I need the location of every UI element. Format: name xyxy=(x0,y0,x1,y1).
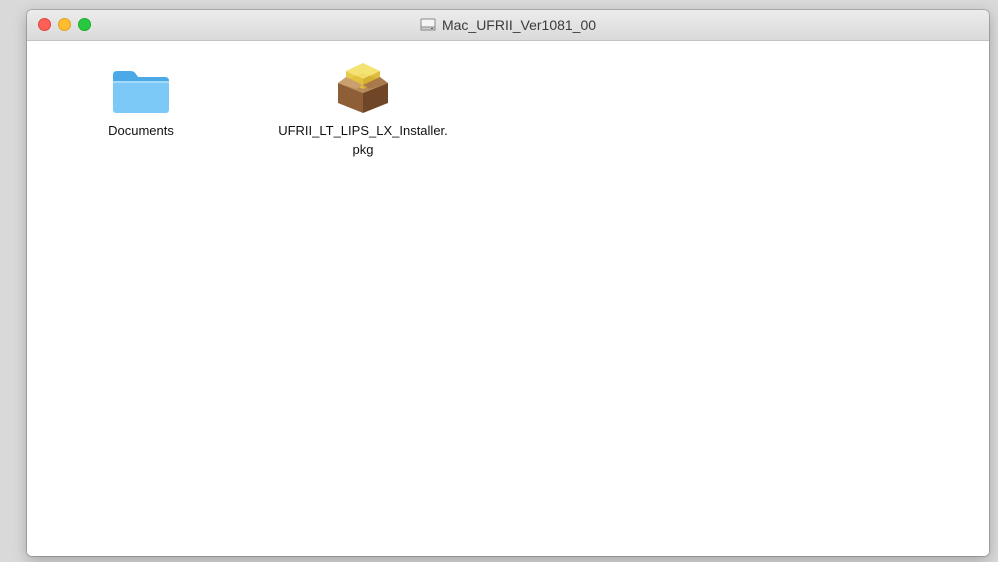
package-installer-icon[interactable] xyxy=(331,55,395,115)
folder-icon[interactable] xyxy=(109,55,173,115)
file-name[interactable]: UFRII_LT_LIPS_LX_Installer. pkg xyxy=(258,121,468,159)
file-name[interactable]: Documents xyxy=(36,121,246,140)
finder-window: Mac_UFRII_Ver1081_00 Documents UFRII_LT_… xyxy=(27,10,989,556)
title-bar[interactable]: Mac_UFRII_Ver1081_00 xyxy=(27,10,989,41)
window-title-area: Mac_UFRII_Ver1081_00 xyxy=(27,10,989,40)
installer-package-item[interactable]: UFRII_LT_LIPS_LX_Installer. pkg xyxy=(278,55,448,159)
disk-image-icon xyxy=(420,18,436,31)
documents-folder-item[interactable]: Documents xyxy=(76,55,206,140)
window-title: Mac_UFRII_Ver1081_00 xyxy=(441,17,597,33)
finder-content: Documents UFRII_LT_LIPS_LX_Installer. pk… xyxy=(27,41,989,556)
